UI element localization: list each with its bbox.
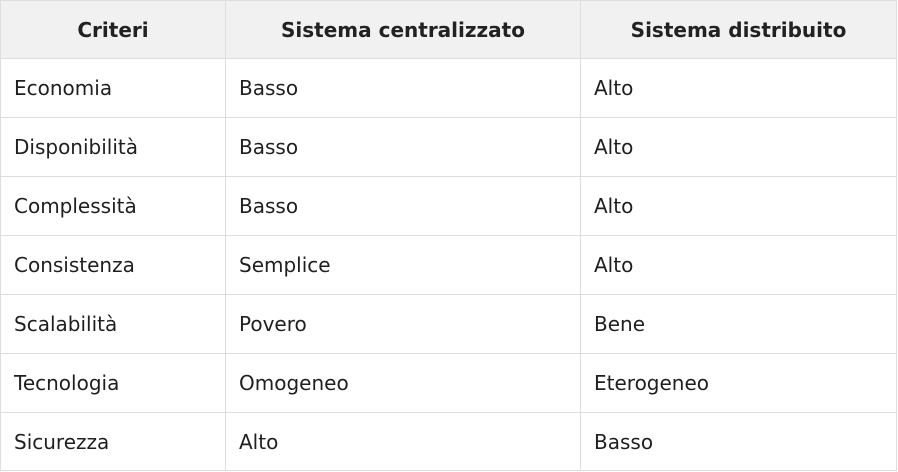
header-criteri: Criteri: [0, 0, 226, 59]
cell-distribuito: Eterogeneo: [580, 353, 897, 413]
cell-centralizzato: Povero: [225, 294, 581, 354]
cell-distribuito: Alto: [580, 176, 897, 236]
table-row: Complessità Basso Alto: [0, 176, 897, 236]
cell-centralizzato: Alto: [225, 412, 581, 471]
table-row: Economia Basso Alto: [0, 58, 897, 118]
cell-centralizzato: Basso: [225, 176, 581, 236]
cell-criterio: Complessità: [0, 176, 226, 236]
cell-centralizzato: Semplice: [225, 235, 581, 295]
cell-centralizzato: Omogeneo: [225, 353, 581, 413]
cell-distribuito: Alto: [580, 117, 897, 177]
header-sistema-distribuito: Sistema distribuito: [580, 0, 897, 59]
table-row: Sicurezza Alto Basso: [0, 412, 897, 471]
cell-criterio: Scalabilità: [0, 294, 226, 354]
cell-distribuito: Alto: [580, 58, 897, 118]
cell-distribuito: Alto: [580, 235, 897, 295]
table-row: Consistenza Semplice Alto: [0, 235, 897, 295]
cell-distribuito: Bene: [580, 294, 897, 354]
cell-criterio: Disponibilità: [0, 117, 226, 177]
cell-criterio: Sicurezza: [0, 412, 226, 471]
cell-criterio: Tecnologia: [0, 353, 226, 413]
table-row: Disponibilità Basso Alto: [0, 117, 897, 177]
cell-criterio: Economia: [0, 58, 226, 118]
table-row: Tecnologia Omogeneo Eterogeneo: [0, 353, 897, 413]
cell-distribuito: Basso: [580, 412, 897, 471]
cell-centralizzato: Basso: [225, 117, 581, 177]
cell-criterio: Consistenza: [0, 235, 226, 295]
comparison-table: Criteri Sistema centralizzato Sistema di…: [0, 0, 897, 471]
header-sistema-centralizzato: Sistema centralizzato: [225, 0, 581, 59]
cell-centralizzato: Basso: [225, 58, 581, 118]
header-row: Criteri Sistema centralizzato Sistema di…: [0, 0, 897, 59]
table-row: Scalabilità Povero Bene: [0, 294, 897, 354]
